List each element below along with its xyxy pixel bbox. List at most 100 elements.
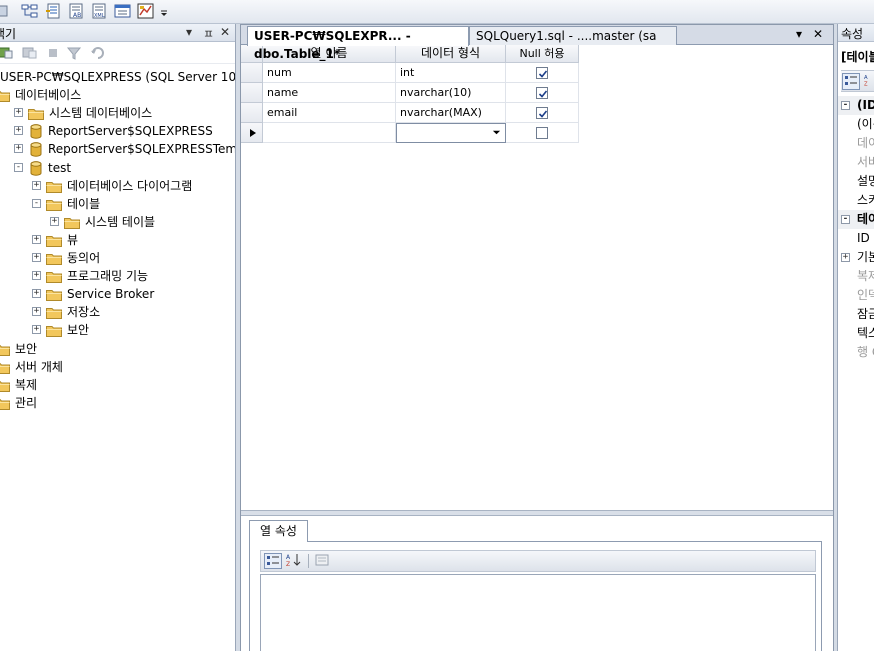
tree-node[interactable]: + Service Broker (0, 285, 235, 303)
alphabetical-icon[interactable]: AZ (286, 553, 304, 569)
allow-nulls-checkbox[interactable] (536, 87, 548, 99)
tree-node[interactable]: 서버 개체 (0, 358, 235, 376)
close-document-icon[interactable]: ✕ (813, 27, 823, 41)
expand-icon[interactable]: + (841, 253, 850, 262)
expand-icon[interactable]: + (50, 216, 59, 226)
property-row[interactable]: 데이터베이스 (838, 134, 874, 153)
fulltext-icon[interactable] (113, 2, 133, 20)
property-row[interactable]: ID 열 (838, 229, 874, 248)
collapse-icon[interactable]: - (32, 198, 41, 208)
column-header-type[interactable]: 데이터 형식 (396, 45, 506, 63)
expand-icon[interactable]: + (32, 289, 41, 299)
tree-node[interactable]: 보안 (0, 340, 235, 358)
relationships-icon[interactable] (20, 2, 40, 20)
allow-nulls-checkbox[interactable] (536, 107, 548, 119)
close-icon[interactable]: ✕ (220, 25, 230, 39)
expand-icon[interactable]: + (14, 144, 23, 154)
tree-node[interactable]: + 프로그래밍 기능 (0, 267, 235, 285)
collapse-icon[interactable]: - (841, 215, 850, 224)
filter-icon[interactable] (66, 45, 82, 61)
toolbar-partial-icon[interactable] (0, 2, 14, 20)
property-row[interactable]: 스키마 (838, 191, 874, 210)
property-category[interactable]: -(ID) (838, 96, 874, 115)
property-label: ID 열 (857, 231, 874, 245)
expand-icon[interactable]: + (14, 126, 23, 136)
tree-node[interactable]: + 데이터베이스 다이어그램 (0, 177, 235, 195)
properties-panel: 속성 [테이블 AZ -(ID)(이름)데이터베이스서버설명스키마-테이블 디자… (837, 24, 874, 651)
property-row[interactable]: 잠금 (838, 305, 874, 324)
property-row[interactable]: 설명 (838, 172, 874, 191)
cell-column-name[interactable] (263, 123, 396, 143)
panel-menu-icon[interactable]: ▾ (186, 25, 192, 39)
property-row[interactable]: (이름) (838, 115, 874, 134)
connect-icon[interactable] (0, 45, 14, 61)
tree-node[interactable]: + 보안 (0, 321, 235, 339)
cell-data-type[interactable]: int (396, 63, 506, 83)
expand-icon[interactable]: + (32, 180, 41, 190)
stop-icon[interactable] (45, 45, 61, 61)
property-category[interactable]: -테이블 디자이너 (838, 210, 874, 229)
property-pages-icon[interactable] (314, 553, 332, 569)
row-selector[interactable] (241, 103, 263, 123)
check-constraint-icon[interactable]: AB (67, 2, 87, 20)
allow-nulls-checkbox[interactable] (536, 67, 548, 79)
expand-icon[interactable]: + (14, 108, 23, 118)
property-row[interactable]: + 기본 (838, 248, 874, 267)
tab-sql-query[interactable]: SQLQuery1.sql - ....master (sa (52)) (469, 26, 677, 61)
disconnect-icon[interactable] (22, 45, 38, 61)
tree-node[interactable]: + 시스템 테이블 (0, 213, 235, 231)
property-row[interactable]: 복제 (838, 267, 874, 286)
expand-icon[interactable]: + (32, 253, 41, 262)
row-selector[interactable] (241, 63, 263, 83)
cell-data-type[interactable]: nvarchar(MAX) (396, 103, 506, 123)
expand-icon[interactable]: + (32, 234, 41, 244)
column-properties-list[interactable] (260, 574, 816, 651)
tree-node[interactable]: + 동의어 (0, 249, 235, 267)
property-row[interactable]: 텍스트 (838, 324, 874, 343)
chevron-down-icon[interactable] (492, 124, 501, 144)
xml-index-icon[interactable]: XML (90, 2, 110, 20)
allow-nulls-checkbox[interactable] (536, 127, 548, 139)
collapse-icon[interactable]: - (841, 101, 850, 110)
collapse-icon[interactable]: - (14, 162, 23, 172)
tree-node[interactable]: 데이터베이스 (0, 86, 235, 104)
property-row[interactable]: 인덱스 (838, 286, 874, 305)
tree-node[interactable]: + 시스템 데이터베이스 (0, 104, 235, 122)
toolbar-overflow-icon[interactable] (158, 2, 170, 20)
svg-text:XML: XML (94, 13, 105, 19)
tree-node[interactable]: 복제 (0, 376, 235, 394)
cell-column-name[interactable]: email (263, 103, 396, 123)
property-row[interactable]: 행 GUID (838, 343, 874, 362)
index-icon[interactable] (44, 2, 64, 20)
cell-data-type[interactable] (396, 123, 506, 143)
tree-node[interactable]: + 뷰 (0, 231, 235, 249)
categorized-icon[interactable] (842, 73, 860, 90)
tree-node[interactable]: USER-PC₩SQLEXPRESS (SQL Server 10.50.1 (0, 68, 235, 86)
tab-column-properties[interactable]: 열 속성 (249, 520, 308, 542)
generate-script-icon[interactable] (136, 2, 156, 20)
expand-icon[interactable]: + (32, 325, 41, 335)
cell-data-type[interactable]: nvarchar(10) (396, 83, 506, 103)
alphabetical-icon[interactable]: AZ (864, 73, 874, 89)
cell-column-name[interactable]: name (263, 83, 396, 103)
tab-list-icon[interactable]: ▾ (796, 27, 802, 41)
expand-icon[interactable]: + (32, 307, 41, 317)
tree-node[interactable]: + ReportServer$SQLEXPRESSTempDB (0, 140, 235, 158)
toolbar-separator (308, 554, 309, 568)
column-header-nullable[interactable]: Null 허용 (506, 45, 579, 63)
folder-icon (28, 107, 44, 121)
cell-column-name[interactable]: num (263, 63, 396, 83)
tree-node[interactable]: + ReportServer$SQLEXPRESS (0, 122, 235, 140)
row-selector[interactable] (241, 123, 263, 143)
tree-node[interactable]: + 저장소 (0, 303, 235, 321)
expand-icon[interactable]: + (32, 271, 41, 281)
tree-node[interactable]: - 테이블 (0, 195, 235, 213)
property-row[interactable]: 서버 (838, 153, 874, 172)
tab-table-designer[interactable]: USER-PC₩SQLEXPR... - dbo.Table_1* (247, 26, 469, 61)
categorized-icon[interactable] (264, 553, 282, 569)
tree-node[interactable]: - test (0, 159, 235, 177)
tree-node[interactable]: 관리 (0, 394, 235, 412)
pin-icon[interactable]: ㅍ (203, 25, 214, 42)
refresh-icon[interactable] (90, 45, 106, 61)
row-selector[interactable] (241, 83, 263, 103)
